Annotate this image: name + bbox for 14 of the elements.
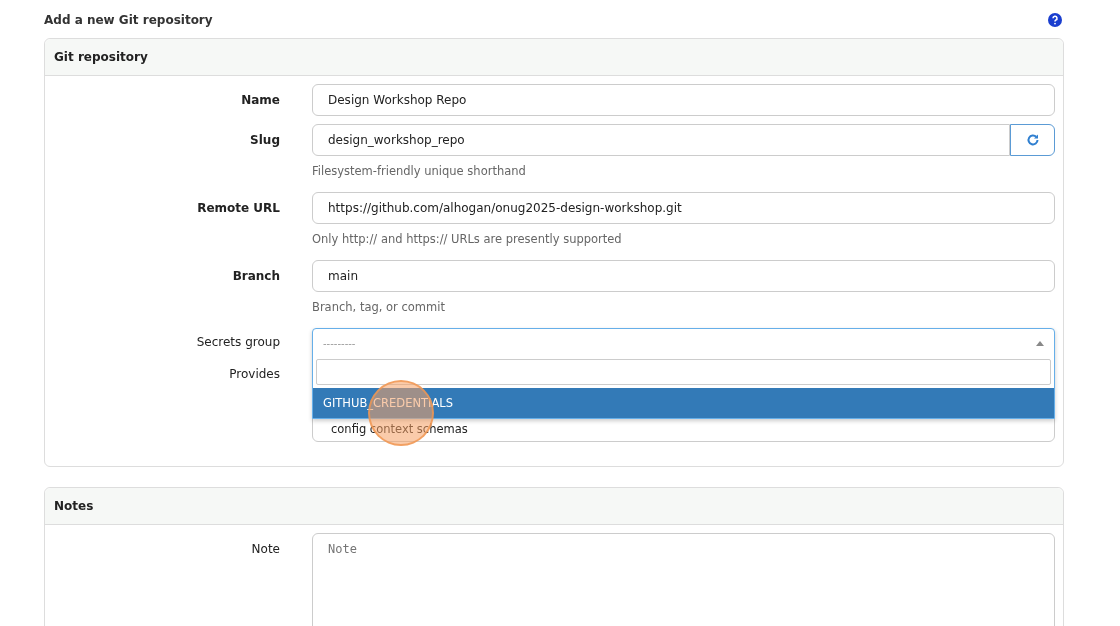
card-title: Notes bbox=[54, 499, 94, 513]
field-label: Slug bbox=[249, 132, 280, 149]
field-label: Remote URL bbox=[196, 200, 280, 217]
field-label: Note bbox=[250, 541, 280, 558]
help-text: Branch, tag, or commit bbox=[312, 300, 446, 314]
page-title: Add a new Git repository bbox=[44, 13, 213, 27]
help-text: Only http:// and https:// URLs are presently supported bbox=[312, 232, 623, 246]
field-label: Provides bbox=[228, 366, 280, 383]
field-label: Secrets group bbox=[195, 334, 280, 351]
field-label: Branch bbox=[231, 268, 280, 285]
select-placeholder: --------- bbox=[323, 337, 356, 349]
card-title: Git repository bbox=[54, 50, 148, 64]
help-text: Filesystem-friendly unique shorthand bbox=[312, 164, 527, 178]
field-label: Name bbox=[240, 92, 280, 109]
